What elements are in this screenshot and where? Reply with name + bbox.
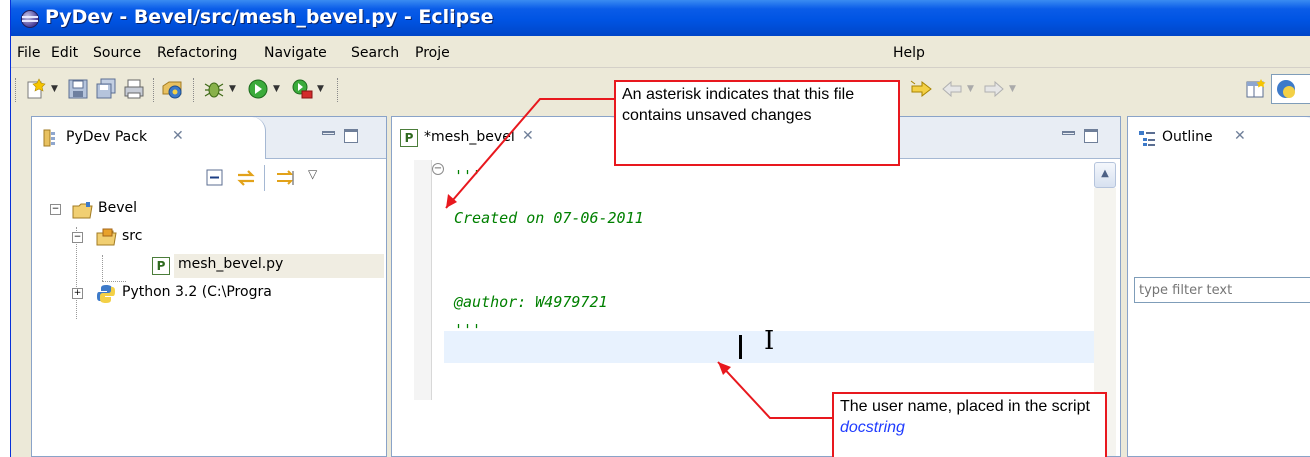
toolbar-grip xyxy=(193,78,196,102)
back-dropdown-icon[interactable]: ▼ xyxy=(967,84,974,94)
python-interpreter-icon xyxy=(96,284,116,305)
scroll-up-button[interactable]: ▲ xyxy=(1094,162,1116,188)
new-dropdown-icon[interactable]: ▼ xyxy=(51,84,58,94)
tree-item-file[interactable]: P mesh_bevel.py xyxy=(32,254,386,278)
python-file-icon: P xyxy=(152,257,170,275)
eclipse-logo-icon xyxy=(21,10,39,28)
toolbar-grip xyxy=(153,78,156,102)
code-line: ''' xyxy=(454,167,482,185)
save-icon[interactable] xyxy=(67,78,89,100)
project-folder-icon xyxy=(72,201,93,219)
forward-icon[interactable] xyxy=(983,78,1005,100)
title-bar: PyDev - Bevel/src/mesh_bevel.py - Eclips… xyxy=(11,0,1310,36)
source-folder-icon xyxy=(96,228,117,246)
menu-source[interactable]: Source xyxy=(93,45,141,61)
minimize-icon[interactable] xyxy=(322,131,335,135)
expand-icon[interactable]: + xyxy=(72,288,83,299)
tab-mesh-bevel[interactable]: P *mesh_bevel ✕ xyxy=(392,117,624,159)
outline-filter-input[interactable] xyxy=(1134,277,1310,303)
project-tree: − Bevel − src P mesh_bevel.py + Python 3… xyxy=(32,199,386,449)
tree-label-file: mesh_bevel.py xyxy=(178,256,284,272)
view-menu-icon[interactable]: ▽ xyxy=(308,167,317,181)
maximize-icon[interactable] xyxy=(1084,129,1098,143)
tab-outline[interactable]: Outline ✕ xyxy=(1128,117,1310,159)
print-icon[interactable] xyxy=(123,78,145,100)
save-all-icon[interactable] xyxy=(95,78,117,100)
collapse-icon[interactable]: − xyxy=(72,232,83,243)
forward-dropdown-icon[interactable]: ▼ xyxy=(1009,84,1016,94)
menu-file[interactable]: File xyxy=(17,45,40,61)
maximize-icon[interactable] xyxy=(344,129,358,143)
menu-edit[interactable]: Edit xyxy=(51,45,78,61)
code-line: ''' xyxy=(454,321,482,339)
editor-tab-label: *mesh_bevel xyxy=(424,129,515,145)
pydev-project-icon[interactable] xyxy=(161,78,183,100)
window-title: PyDev - Bevel/src/mesh_bevel.py - Eclips… xyxy=(45,6,494,28)
code-line-author: @author: W4979721 xyxy=(454,293,608,311)
collapse-all-icon[interactable] xyxy=(206,169,224,191)
menu-project[interactable]: Proje xyxy=(415,45,450,61)
asterisk-callout: An asterisk indicates that this file con… xyxy=(614,80,900,166)
tree-label-src: src xyxy=(122,228,143,244)
tree-label-interpreter: Python 3.2 (C:\Progra xyxy=(122,284,272,300)
docstring-term: docstring xyxy=(840,419,905,436)
outline-panel: Outline ✕ xyxy=(1127,116,1310,457)
package-explorer-icon xyxy=(42,129,60,151)
username-callout: The user name, placed in the script docs… xyxy=(832,392,1107,457)
package-explorer-panel: PyDev Pack ✕ ▽ − Bevel − src P mesh_beve… xyxy=(31,116,387,457)
text-cursor xyxy=(739,335,742,359)
link-with-editor-icon[interactable] xyxy=(236,169,256,191)
filter-icon[interactable] xyxy=(276,169,296,191)
toolbar-grip xyxy=(15,78,18,102)
open-perspective-icon[interactable] xyxy=(1245,78,1267,100)
pydev-perspective-icon[interactable] xyxy=(1271,74,1310,104)
minimize-icon[interactable] xyxy=(1062,131,1075,135)
outline-tab-row: Outline ✕ xyxy=(1128,117,1310,159)
outline-tab-label: Outline xyxy=(1162,129,1213,145)
last-edit-location-icon[interactable] xyxy=(909,78,932,100)
close-tab-icon[interactable]: ✕ xyxy=(172,128,184,144)
tree-label-project: Bevel xyxy=(98,200,138,216)
tab-label: PyDev Pack xyxy=(66,129,148,145)
close-tab-icon[interactable]: ✕ xyxy=(1234,128,1246,144)
debug-icon[interactable] xyxy=(203,78,225,100)
package-explorer-tab-row: PyDev Pack ✕ xyxy=(32,117,386,159)
run-external-dropdown-icon[interactable]: ▼ xyxy=(317,84,324,94)
tree-guide xyxy=(102,281,126,282)
toolbar-separator xyxy=(264,165,265,191)
python-file-icon: P xyxy=(400,129,418,147)
close-tab-icon[interactable]: ✕ xyxy=(522,128,534,144)
menu-help[interactable]: Help xyxy=(893,45,925,61)
menu-bar: File Edit Source Refactoring Navigate Se… xyxy=(11,36,1310,68)
run-dropdown-icon[interactable]: ▼ xyxy=(273,84,280,94)
i-beam-cursor-icon: I xyxy=(764,326,775,356)
menu-search[interactable]: Search xyxy=(351,45,399,61)
collapse-icon[interactable]: − xyxy=(50,204,61,215)
tree-item-interpreter[interactable]: + Python 3.2 (C:\Progra xyxy=(32,283,386,305)
eclipse-window: PyDev - Bevel/src/mesh_bevel.py - Eclips… xyxy=(10,0,1310,457)
run-icon[interactable] xyxy=(247,78,269,100)
back-icon[interactable] xyxy=(941,78,963,100)
debug-dropdown-icon[interactable]: ▼ xyxy=(229,84,236,94)
menu-refactoring[interactable]: Refactoring xyxy=(157,45,237,61)
run-external-icon[interactable] xyxy=(291,78,313,100)
code-line: Created on 07-06-2011 xyxy=(454,209,644,227)
menu-navigate[interactable]: Navigate xyxy=(264,45,327,61)
outline-icon xyxy=(1138,129,1156,151)
new-icon[interactable] xyxy=(25,78,47,100)
username-callout-text: The user name, placed in the script xyxy=(840,398,1090,415)
tab-package-explorer[interactable]: PyDev Pack ✕ xyxy=(32,117,266,159)
toolbar-grip xyxy=(337,78,340,102)
